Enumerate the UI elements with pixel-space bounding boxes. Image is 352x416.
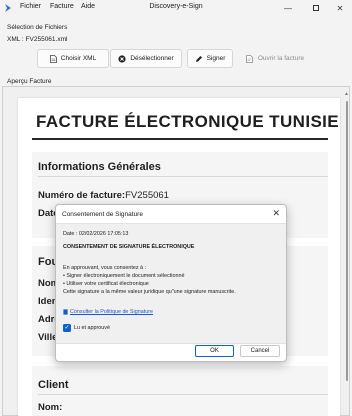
dialog-body: Date : 02/02/2026 17:05:13 CONSENTEMENT … [56,223,286,344]
open-invoice-button[interactable]: Ouvrir la facture [239,49,311,68]
consent-bullet-sign: • Signer électroniquement le document sé… [63,273,185,279]
consent-legal-note: Cette signature a la même valeur juridiq… [63,289,236,295]
dialog-close-button[interactable]: ✕ [272,208,280,219]
consent-heading: CONSENTEMENT DE SIGNATURE ÉLECTRONIQUE [63,244,195,250]
title-divider [32,138,328,140]
menu-facture[interactable]: Facture [50,3,74,10]
ok-button[interactable]: OK [195,345,234,357]
sign-label: Signer [206,55,226,62]
consent-intro: En approuvant, vous consentez à : [63,265,147,271]
ok-button-label: OK [210,348,219,354]
client-name-label: Nom: [38,402,63,413]
maximize-icon [313,5,319,11]
signature-consent-dialog: Consentement de Signature ✕ Date : 02/02… [55,204,287,362]
client-heading: Client [38,379,69,391]
cancel-circle-icon [118,54,126,63]
checkmark-icon: ✓ [64,325,70,331]
invoice-number-value: FV255061 [125,190,169,201]
close-icon: ✕ [272,208,280,218]
invoice-title: FACTURE ÉLECTRONIQUE TUNISIENNE [36,112,340,131]
cancel-button[interactable]: Cancel [240,345,280,357]
deselect-button[interactable]: Désélectionner [110,49,182,68]
app-logo-icon [5,4,11,12]
section-divider [38,176,328,177]
pen-icon [195,55,202,62]
dialog-title: Consentement de Signature [62,211,143,218]
signature-policy-link[interactable]: Consulter la Politique de Signature [63,309,153,315]
choose-xml-button[interactable]: Choisir XML [37,49,109,68]
preview-label: Aperçu Facture [7,78,52,85]
choose-xml-label: Choisir XML [60,55,97,62]
menu-fichier[interactable]: Fichier [20,3,41,10]
approval-checkbox[interactable]: ✓ [63,324,71,332]
scroll-up-icon[interactable]: ▲ [344,91,349,97]
document-icon [49,54,57,63]
approval-checkbox-label: Lu et approuvé [74,325,110,331]
deselect-label: Désélectionner [130,55,174,62]
menu-aide[interactable]: Aide [81,3,95,10]
open-document-icon [245,54,253,63]
consent-date: Date : 02/02/2026 17:05:13 [63,231,129,237]
general-info-heading: Informations Générales [38,161,161,173]
minimize-icon: — [284,3,292,13]
section-divider [38,394,328,395]
cancel-button-label: Cancel [250,348,270,354]
title-bar: Fichier Facture Aide Discovery-e-Sign — … [0,0,352,16]
consent-bullet-certificate: • Utiliser votre certificat électronique [63,281,149,287]
minimize-button[interactable]: — [274,0,302,16]
signature-policy-link-label: Consulter la Politique de Signature [70,309,154,315]
preview-scrollbar[interactable]: ▲ [344,91,350,416]
document-link-icon [63,309,68,315]
sign-button[interactable]: Signer [187,49,233,68]
close-icon: ✕ [336,3,344,13]
close-window-button[interactable]: ✕ [326,0,352,16]
client-section: Client Nom: [32,366,328,416]
selected-file-label: XML : FV255061.xml [7,36,68,43]
scroll-thumb[interactable] [346,101,348,381]
invoice-number-label: Numéro de facture: [38,190,126,201]
approval-checkbox-row[interactable]: ✓ Lu et approuvé [63,324,110,332]
invoice-number-field: Numéro de facture:FV255061 [38,190,169,201]
file-selection-label: Sélection de Fichiers [7,24,68,31]
open-invoice-label: Ouvrir la facture [257,55,305,62]
